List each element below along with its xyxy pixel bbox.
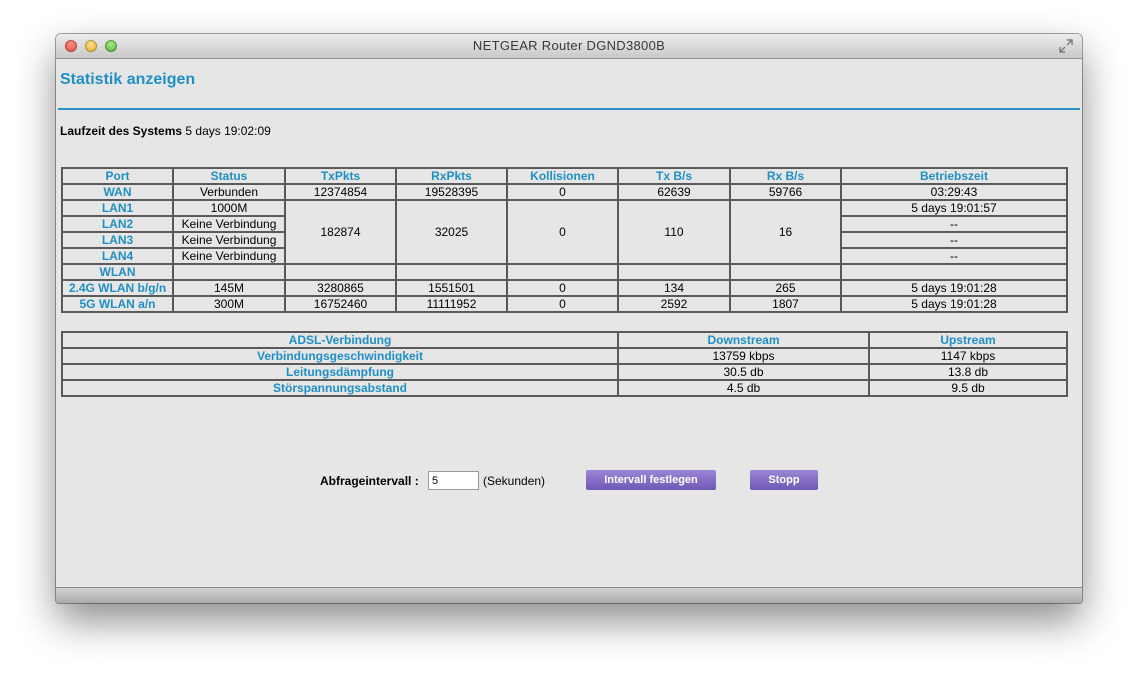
txbs-cell: 134 [617, 279, 731, 297]
column-header: Betriebszeit [840, 167, 1068, 185]
txbs-cell: 2592 [617, 295, 731, 313]
table-row-wlan-24g: 2.4G WLAN b/g/n 145M 3280865 1551501 0 1… [61, 279, 1068, 297]
system-uptime-value: 5 days 19:02:09 [185, 124, 271, 138]
uptime-cell: 03:29:43 [840, 183, 1068, 201]
page-title: Statistik anzeigen [60, 71, 196, 88]
table-row: Leitungsdämpfung 30.5 db 13.8 db [61, 363, 1068, 381]
rxpkts-cell: 11111952 [395, 295, 508, 313]
empty-cell [284, 263, 397, 281]
column-header: Port [61, 167, 174, 185]
window-title: NETGEAR Router DGND3800B [472, 38, 666, 53]
downstream-cell: 4.5 db [617, 379, 870, 397]
system-uptime-label: Laufzeit des Systems [60, 124, 183, 138]
upstream-cell: 13.8 db [868, 363, 1068, 381]
upstream-cell: 1147 kbps [868, 347, 1068, 365]
port-statistics-table: Port Status TxPkts RxPkts Kollisionen Tx… [61, 167, 1068, 313]
column-header: Kollisionen [506, 167, 619, 185]
collisions-cell: 0 [506, 295, 619, 313]
uptime-cell: 5 days 19:01:28 [840, 295, 1068, 313]
collisions-cell: 0 [506, 183, 619, 201]
column-header: RxPkts [395, 167, 508, 185]
column-header: Status [172, 167, 286, 185]
port-label: LAN4 [61, 247, 174, 265]
empty-cell [172, 263, 286, 281]
polling-interval-unit: (Sekunden) [483, 474, 546, 488]
txbs-cell: 62639 [617, 183, 731, 201]
uptime-cell: 5 days 19:01:28 [840, 279, 1068, 297]
column-header: Rx B/s [729, 167, 842, 185]
port-label: LAN1 [61, 199, 174, 217]
column-header: Tx B/s [617, 167, 731, 185]
table-row-wlan-5g: 5G WLAN a/n 300M 16752460 11111952 0 259… [61, 295, 1068, 313]
port-label: WLAN [61, 263, 174, 281]
downstream-cell: 13759 kbps [617, 347, 870, 365]
rxbs-cell: 59766 [729, 183, 842, 201]
page-content: Statistik anzeigen Laufzeit des Systems … [56, 59, 1082, 587]
collisions-cell: 0 [506, 279, 619, 297]
rxbs-cell: 265 [729, 279, 842, 297]
port-label: 2.4G WLAN b/g/n [61, 279, 174, 297]
empty-cell [506, 263, 619, 281]
row-label: Störspannungsabstand [61, 379, 619, 397]
lan-rxpkts-cell: 32025 [395, 199, 508, 265]
table-header-row: ADSL-Verbindung Downstream Upstream [61, 331, 1068, 349]
status-cell: Keine Verbindung [172, 231, 286, 249]
row-label: Leitungsdämpfung [61, 363, 619, 381]
title-bar: NETGEAR Router DGND3800B [56, 34, 1082, 59]
system-uptime: Laufzeit des Systems 5 days 19:02:09 [60, 124, 271, 138]
browser-window: NETGEAR Router DGND3800B Statistik anzei… [56, 34, 1082, 603]
lan-txbs-cell: 110 [617, 199, 731, 265]
empty-cell [840, 263, 1068, 281]
table-header-row: Port Status TxPkts RxPkts Kollisionen Tx… [61, 167, 1068, 185]
lan-txpkts-cell: 182874 [284, 199, 397, 265]
table-row-wan: WAN Verbunden 12374854 19528395 0 62639 … [61, 183, 1068, 201]
window-bottom-bar [56, 587, 1082, 603]
port-label: 5G WLAN a/n [61, 295, 174, 313]
status-cell: 300M [172, 295, 286, 313]
uptime-cell: -- [840, 231, 1068, 249]
polling-interval-row: Abfrageintervall : (Sekunden) Intervall … [56, 470, 1082, 492]
uptime-cell: -- [840, 247, 1068, 265]
table-row: Verbindungsgeschwindigkeit 13759 kbps 11… [61, 347, 1068, 365]
polling-interval-input[interactable] [428, 471, 479, 490]
rxpkts-cell: 1551501 [395, 279, 508, 297]
txpkts-cell: 12374854 [284, 183, 397, 201]
upstream-cell: 9.5 db [868, 379, 1068, 397]
table-row: Störspannungsabstand 4.5 db 9.5 db [61, 379, 1068, 397]
txpkts-cell: 16752460 [284, 295, 397, 313]
lan-rxbs-cell: 16 [729, 199, 842, 265]
port-label: LAN3 [61, 231, 174, 249]
empty-cell [729, 263, 842, 281]
adsl-statistics-table: ADSL-Verbindung Downstream Upstream Verb… [61, 331, 1068, 397]
title-divider [58, 108, 1080, 110]
column-header: Upstream [868, 331, 1068, 349]
empty-cell [395, 263, 508, 281]
stop-button[interactable]: Stopp [750, 470, 818, 490]
status-cell: 145M [172, 279, 286, 297]
row-label: Verbindungsgeschwindigkeit [61, 347, 619, 365]
uptime-cell: 5 days 19:01:57 [840, 199, 1068, 217]
set-interval-button[interactable]: Intervall festlegen [586, 470, 716, 490]
column-header: ADSL-Verbindung [61, 331, 619, 349]
status-cell: Keine Verbindung [172, 215, 286, 233]
txpkts-cell: 3280865 [284, 279, 397, 297]
polling-interval-label: Abfrageintervall : [320, 474, 419, 488]
downstream-cell: 30.5 db [617, 363, 870, 381]
status-cell: 1000M [172, 199, 286, 217]
rxbs-cell: 1807 [729, 295, 842, 313]
status-cell: Keine Verbindung [172, 247, 286, 265]
empty-cell [617, 263, 731, 281]
column-header: TxPkts [284, 167, 397, 185]
table-row-lan1: LAN1 1000M 182874 32025 0 110 16 5 days … [61, 199, 1068, 265]
uptime-cell: -- [840, 215, 1068, 233]
lan-collisions-cell: 0 [506, 199, 619, 265]
port-label: WAN [61, 183, 174, 201]
rxpkts-cell: 19528395 [395, 183, 508, 201]
fullscreen-icon[interactable] [1058, 38, 1074, 54]
column-header: Downstream [617, 331, 870, 349]
port-label: LAN2 [61, 215, 174, 233]
status-cell: Verbunden [172, 183, 286, 201]
table-row-wlan: WLAN [61, 263, 1068, 281]
